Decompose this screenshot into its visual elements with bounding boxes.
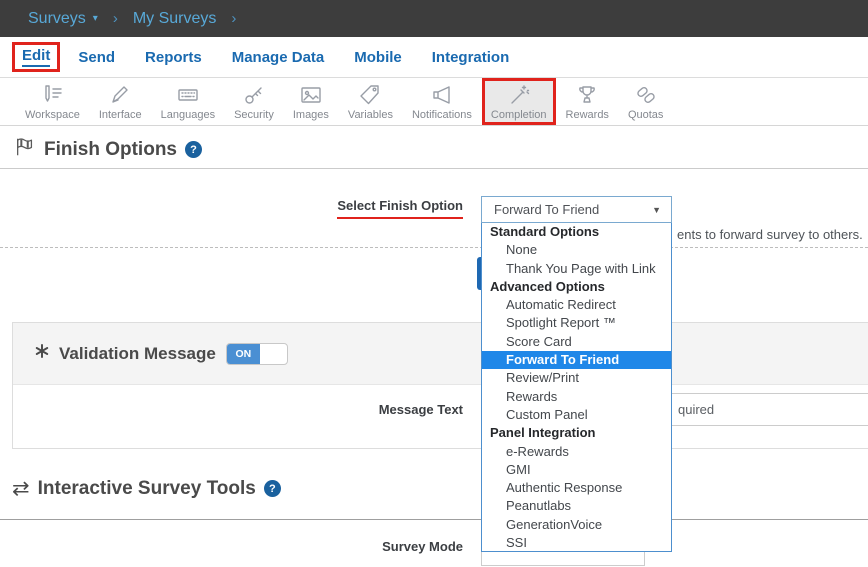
select-finish-option-label: Select Finish Option <box>0 198 463 219</box>
toolbar-item-completion[interactable]: Completion <box>482 78 556 125</box>
tag-icon <box>358 83 382 107</box>
toolbar-item-variables[interactable]: Variables <box>339 78 402 125</box>
edit-tab-red-annotation: Edit <box>12 42 60 72</box>
section-divider <box>0 168 868 169</box>
dropdown-option[interactable]: Thank You Page with Link <box>482 260 671 278</box>
dropdown-option[interactable]: Custom Panel <box>482 406 671 424</box>
dropdown-option[interactable]: GenerationVoice <box>482 516 671 534</box>
page-title: Finish Options <box>44 139 177 161</box>
toolbar-item-interface[interactable]: Interface <box>90 78 151 125</box>
megaphone-icon <box>430 83 454 107</box>
finish-option-description: ents to forward survey to others. ? <box>677 227 868 242</box>
keyboard-icon <box>176 83 200 107</box>
dropdown-option[interactable]: Spotlight Report ™ <box>482 314 671 332</box>
dropdown-group-header: Panel Integration <box>482 424 671 442</box>
dropdown-option[interactable]: Score Card <box>482 333 671 351</box>
toolbar-label: Languages <box>161 109 215 121</box>
image-icon <box>299 83 323 107</box>
tab-mobile[interactable]: Mobile <box>354 49 402 66</box>
toolbar-item-security[interactable]: Security <box>225 78 283 125</box>
trophy-icon <box>575 83 599 107</box>
dropdown-option[interactable]: Authentic Response <box>482 479 671 497</box>
section-divider <box>0 519 868 520</box>
key-icon <box>242 83 266 107</box>
chain-links-icon <box>634 83 658 107</box>
dropdown-option-selected[interactable]: Forward To Friend <box>482 351 671 369</box>
checkered-flag-icon <box>14 136 36 163</box>
toolbar-label: Rewards <box>566 109 609 121</box>
pen-icon <box>108 83 132 107</box>
dropdown-option[interactable]: Rewards <box>482 388 671 406</box>
tab-edit[interactable]: Edit <box>22 47 50 67</box>
tab-manage-data[interactable]: Manage Data <box>232 49 325 66</box>
survey-mode-label: Survey Mode <box>0 539 463 554</box>
toolbar-label: Notifications <box>412 109 472 121</box>
finish-option-select[interactable]: Forward To Friend ▼ <box>481 196 672 223</box>
toolbar-label: Workspace <box>25 109 80 121</box>
help-icon[interactable]: ? <box>264 480 281 497</box>
dropdown-option[interactable]: e-Rewards <box>482 443 671 461</box>
toolbar-label: Interface <box>99 109 142 121</box>
magic-wand-icon <box>507 83 531 107</box>
finish-option-dropdown-list: Standard Options None Thank You Page wit… <box>481 222 672 552</box>
main-menu: Edit Send Reports Manage Data Mobile Int… <box>0 37 868 78</box>
panel-title: Validation Message <box>59 344 216 364</box>
validation-message-header: Validation Message ON <box>13 323 868 385</box>
toolbar-item-rewards[interactable]: Rewards <box>557 78 618 125</box>
interactive-survey-tools-header: ⇄ Interactive Survey Tools ? <box>12 476 281 501</box>
edit-toolbar: Workspace Interface Languages Security I… <box>0 78 868 126</box>
toolbar-label: Variables <box>348 109 393 121</box>
toolbar-item-quotas[interactable]: Quotas <box>619 78 672 125</box>
dropdown-option[interactable]: Review/Print <box>482 369 671 387</box>
dropdown-option[interactable]: None <box>482 241 671 259</box>
breadcrumb-my-surveys[interactable]: My Surveys <box>133 10 217 28</box>
section-title: Interactive Survey Tools <box>38 478 256 500</box>
breadcrumb-navbar: Surveys ▾ › My Surveys › <box>0 0 868 37</box>
validation-message-panel: Validation Message ON <box>12 322 868 449</box>
breadcrumb-surveys[interactable]: Surveys <box>28 10 86 28</box>
swap-arrows-icon: ⇄ <box>12 476 30 501</box>
toolbar-label: Completion <box>491 109 547 121</box>
tab-reports[interactable]: Reports <box>145 49 202 66</box>
dropdown-group-header: Advanced Options <box>482 278 671 296</box>
toggle-on-label: ON <box>227 344 260 364</box>
toolbar-item-images[interactable]: Images <box>284 78 338 125</box>
breadcrumb-separator-icon: › <box>113 10 118 27</box>
dashed-divider <box>0 247 868 248</box>
toolbar-label: Quotas <box>628 109 663 121</box>
dropdown-option[interactable]: Peanutlabs <box>482 497 671 515</box>
toolbar-label: Images <box>293 109 329 121</box>
asterisk-icon <box>33 342 51 365</box>
app-window: Surveys ▾ › My Surveys › Edit Send Repor… <box>0 0 868 567</box>
toolbar-item-languages[interactable]: Languages <box>152 78 224 125</box>
selected-value: Forward To Friend <box>494 202 652 217</box>
toolbar-label: Security <box>234 109 274 121</box>
dropdown-option[interactable]: SSI <box>482 534 671 552</box>
help-icon[interactable]: ? <box>185 141 202 158</box>
tab-send[interactable]: Send <box>78 49 115 66</box>
dropdown-option[interactable]: Automatic Redirect <box>482 296 671 314</box>
pencil-lines-icon <box>40 83 64 107</box>
toolbar-item-workspace[interactable]: Workspace <box>16 78 89 125</box>
chevron-down-icon[interactable]: ▾ <box>93 13 98 24</box>
finish-options-header: Finish Options ? <box>14 136 202 163</box>
select-caret-icon: ▼ <box>652 205 661 215</box>
toolbar-item-notifications[interactable]: Notifications <box>403 78 481 125</box>
dropdown-option[interactable]: GMI <box>482 461 671 479</box>
dropdown-group-header: Standard Options <box>482 223 671 241</box>
validation-toggle[interactable]: ON <box>226 343 288 365</box>
tab-integration[interactable]: Integration <box>432 49 510 66</box>
breadcrumb-separator-icon: › <box>231 10 236 27</box>
message-text-label: Message Text <box>0 402 463 417</box>
